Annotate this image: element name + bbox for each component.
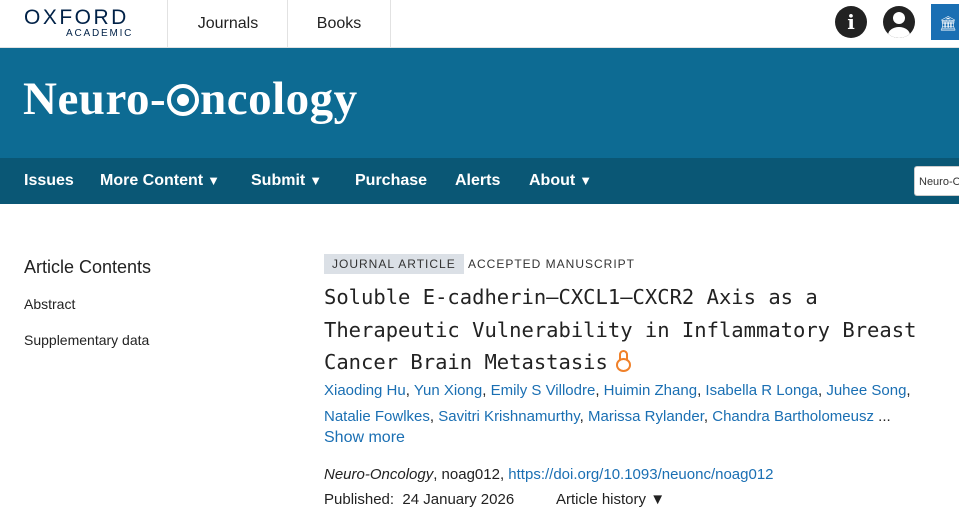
- citation-line: Neuro-Oncology, noag012, https://doi.org…: [324, 466, 774, 483]
- journal-name: Neuro-Oncology: [324, 466, 434, 483]
- contents-link-supplementary[interactable]: Supplementary data: [24, 332, 149, 348]
- journal-title-right: ncology: [200, 73, 358, 125]
- info-icon[interactable]: i: [835, 6, 867, 38]
- institution-icon[interactable]: 🏛: [931, 4, 959, 40]
- author-link[interactable]: Chandra Bartholomeusz: [712, 408, 874, 425]
- published-label: Published:: [324, 491, 395, 508]
- menu-about[interactable]: About ▼: [529, 158, 592, 204]
- nav-books[interactable]: Books: [287, 0, 391, 47]
- logo-main-text: OXFORD: [24, 6, 129, 29]
- author-link[interactable]: Yun Xiong: [414, 382, 482, 399]
- author-link[interactable]: Huimin Zhang: [604, 382, 697, 399]
- author-link[interactable]: Marissa Rylander: [588, 408, 704, 425]
- logo-sub-text: ACADEMIC: [66, 28, 134, 39]
- author-link[interactable]: Natalie Fowlkes: [324, 408, 430, 425]
- doi-link[interactable]: https://doi.org/10.1093/neuonc/noag012: [508, 466, 773, 483]
- menu-purchase[interactable]: Purchase: [355, 158, 427, 204]
- article-history-toggle[interactable]: Article history ▼: [556, 491, 665, 508]
- author-link[interactable]: Juhee Song: [826, 382, 906, 399]
- journal-title[interactable]: Neuro-ncology: [23, 72, 358, 126]
- contents-link-abstract[interactable]: Abstract: [24, 296, 75, 312]
- published-date: 24 January 2026: [402, 491, 515, 508]
- journal-title-left: Neuro-: [23, 73, 167, 125]
- search-scope-select[interactable]: Neuro-Oncology: [914, 166, 959, 196]
- chevron-down-icon: ▼: [579, 173, 593, 188]
- chevron-down-icon: ▼: [309, 173, 323, 188]
- published-line: Published: 24 January 2026: [324, 491, 514, 508]
- article-type-badge: JOURNAL ARTICLE: [324, 254, 464, 274]
- menu-more-content[interactable]: More Content ▼: [100, 158, 220, 204]
- brain-logo-icon: [167, 84, 200, 116]
- main-menu: Issues More Content ▼ Submit ▼ Purchase Al…: [0, 158, 959, 204]
- article-contents-heading: Article Contents: [24, 257, 152, 277]
- author-link[interactable]: Savitri Krishnamurthy: [438, 408, 579, 425]
- manuscript-status: ACCEPTED MANUSCRIPT: [468, 257, 636, 271]
- user-icon[interactable]: [883, 6, 915, 38]
- article-id: , noag012,: [433, 466, 509, 483]
- chevron-down-icon: ▼: [650, 491, 666, 508]
- authors-ellipsis: ...: [878, 408, 891, 425]
- nav-journals[interactable]: Journals: [167, 0, 288, 47]
- author-link[interactable]: Isabella R Longa: [705, 382, 818, 399]
- top-bar: OXFORD ACADEMIC Journals Books i 🏛: [0, 0, 959, 48]
- open-access-icon: [615, 350, 631, 372]
- author-list: Xiaoding Hu, Yun Xiong, Emily S Villodre…: [324, 382, 911, 425]
- author-link[interactable]: Xiaoding Hu: [324, 382, 406, 399]
- menu-alerts[interactable]: Alerts: [455, 158, 500, 204]
- journal-banner: Neuro-ncology: [0, 48, 959, 158]
- chevron-down-icon: ▼: [207, 173, 220, 188]
- show-more-authors-link[interactable]: Show more: [324, 429, 405, 447]
- article-title: Soluble E-cadherin–CXCL1–CXCR2 Axis as a…: [324, 281, 954, 379]
- article-history-label: Article history: [556, 491, 647, 508]
- menu-submit[interactable]: Submit ▼: [251, 158, 322, 204]
- author-link[interactable]: Emily S Villodre: [491, 382, 596, 399]
- menu-issues[interactable]: Issues: [24, 158, 74, 204]
- oxford-academic-logo[interactable]: OXFORD ACADEMIC: [24, 6, 142, 42]
